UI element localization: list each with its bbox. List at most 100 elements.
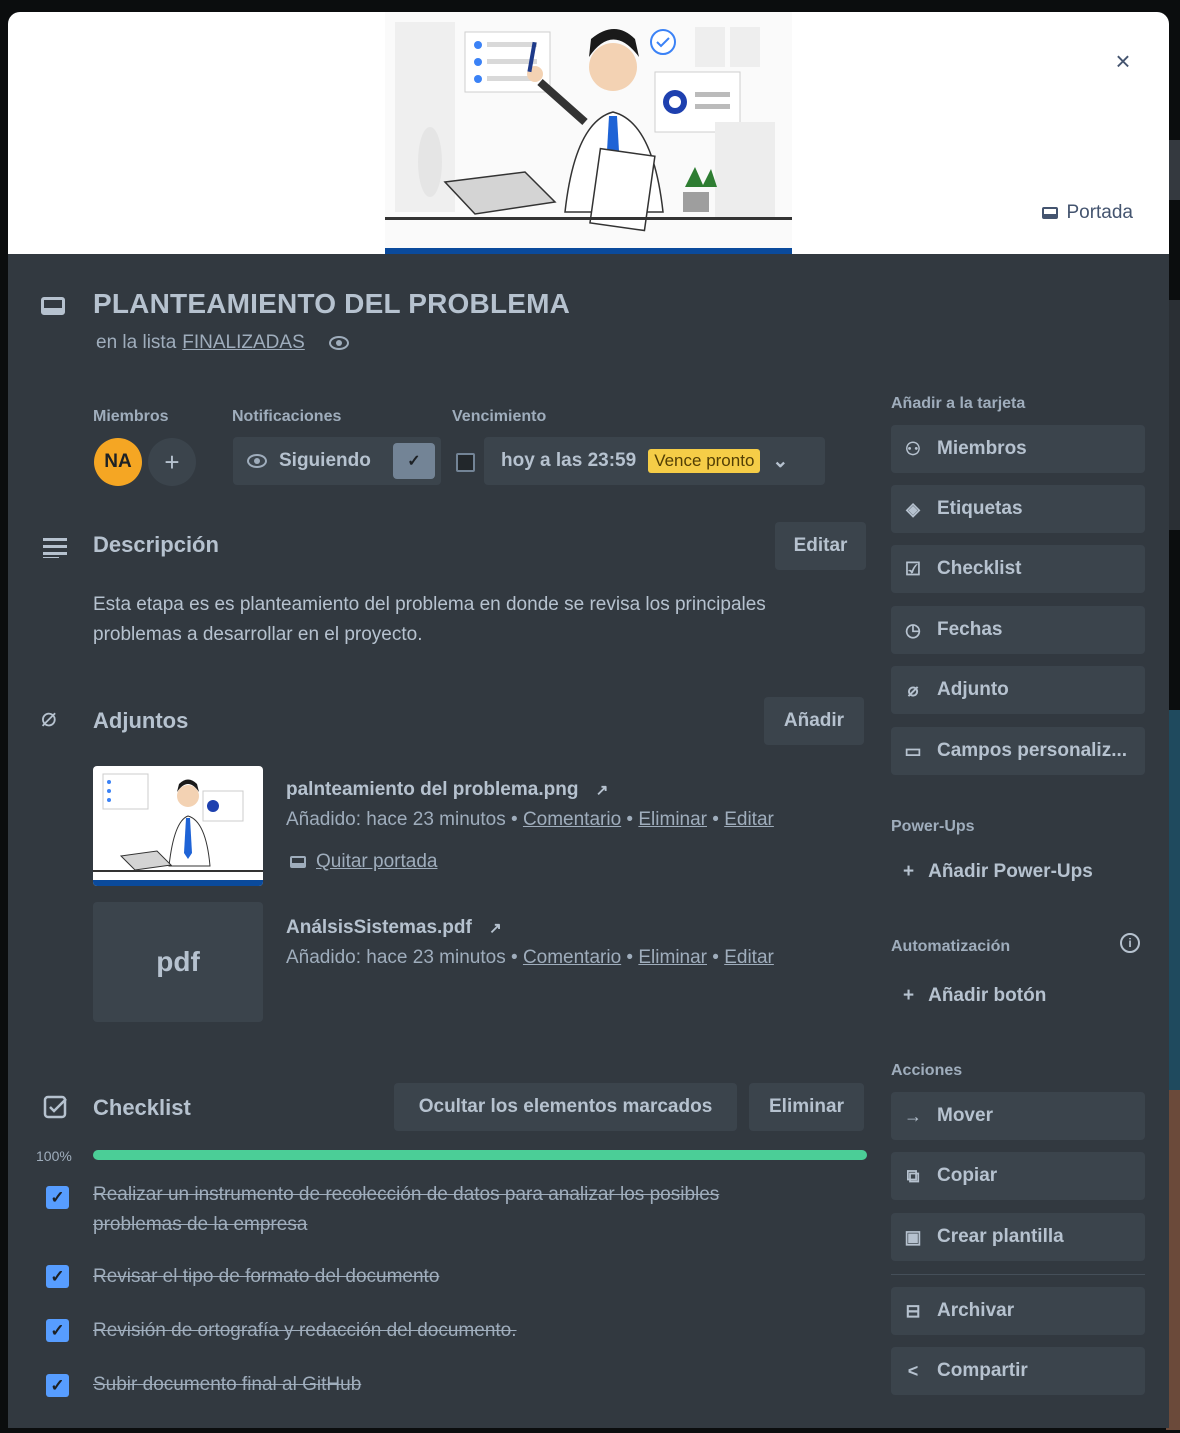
attachment-name[interactable]: palnteamiento del problema.png ↗ <box>286 779 608 801</box>
description-icon <box>43 538 67 558</box>
notifications-label: Notificaciones <box>232 408 342 425</box>
cover-bar <box>385 248 792 254</box>
card-modal: × Portada PLANTEAMIENTO DEL PROBLEMA en … <box>8 12 1169 1428</box>
info-icon[interactable]: i <box>1120 933 1140 953</box>
attachment-added: Añadido: hace 23 minutos <box>286 809 506 830</box>
card-cover: × Portada <box>8 12 1169 254</box>
custom-fields-button[interactable]: ▭ Campos personaliz... <box>891 727 1145 775</box>
list-link[interactable]: FINALIZADAS <box>182 332 304 354</box>
paperclip-icon: ⌀ <box>907 679 919 700</box>
description-text[interactable]: Esta etapa es es planteamiento del probl… <box>93 590 853 650</box>
cover-icon <box>290 856 306 868</box>
archive-button-label: Archivar <box>937 1300 1015 1321</box>
description-title: Descripción <box>93 532 219 557</box>
card-title[interactable]: PLANTEAMIENTO DEL PROBLEMA <box>93 288 570 320</box>
tag-icon: ◈ <box>906 498 920 519</box>
move-button[interactable]: → Mover <box>891 1092 1145 1140</box>
attachment-button-label: Adjunto <box>937 679 1009 700</box>
attachment-name[interactable]: AnálsisSistemas.pdf ↗ <box>286 917 502 939</box>
delete-checklist-button[interactable]: Eliminar <box>749 1083 864 1131</box>
copy-button[interactable]: ⧉ Copiar <box>891 1152 1145 1200</box>
close-button[interactable]: × <box>1107 46 1139 78</box>
add-button-button[interactable]: + Añadir botón <box>891 972 1145 1020</box>
avatar[interactable]: NA <box>94 438 142 486</box>
attachment-edit-link[interactable]: Editar <box>724 809 774 830</box>
list-info: en la lista FINALIZADAS <box>96 332 349 354</box>
checklist-icon <box>43 1095 67 1119</box>
custom-fields-icon: ▭ <box>904 740 922 761</box>
arrow-right-icon: → <box>904 1105 922 1126</box>
attachments-title: Adjuntos <box>93 708 189 733</box>
members-button[interactable]: ⚇ Miembros <box>891 425 1145 473</box>
archive-button[interactable]: ⊟ Archivar <box>891 1287 1145 1335</box>
paperclip-icon: ⌀ <box>41 702 57 732</box>
attachment-delete-link[interactable]: Eliminar <box>638 809 707 830</box>
clock-icon: ◷ <box>905 619 921 640</box>
edit-description-button[interactable]: Editar <box>775 522 866 570</box>
eye-icon <box>247 454 267 468</box>
share-button[interactable]: < Compartir <box>891 1347 1145 1395</box>
due-date-button[interactable]: hoy a las 23:59 Vence pronto ⌄ <box>484 437 825 485</box>
pdf-thumbnail[interactable]: pdf <box>93 902 263 1022</box>
checklist-item[interactable]: Subir documento final al GitHub <box>93 1370 733 1400</box>
template-icon: ▣ <box>904 1226 922 1247</box>
move-button-label: Mover <box>937 1105 993 1126</box>
add-button-label: Añadir botón <box>928 985 1047 1006</box>
remove-cover-label: Quitar portada <box>316 851 438 872</box>
external-link-icon: ↗ <box>489 920 502 937</box>
checklist-item[interactable]: Revisión de ortografía y redacción del d… <box>93 1316 733 1346</box>
attachment-thumbnail[interactable] <box>93 766 263 886</box>
attachment-comment-link[interactable]: Comentario <box>523 809 621 830</box>
card-icon <box>41 297 65 315</box>
attachment-added: Añadido: hace 23 minutos <box>286 947 506 968</box>
dates-button-label: Fechas <box>937 619 1003 640</box>
checklist-button-label: Checklist <box>937 558 1022 579</box>
make-template-label: Crear plantilla <box>937 1226 1064 1247</box>
actions-heading: Acciones <box>891 1062 963 1079</box>
check-icon: ✓ <box>393 443 435 479</box>
add-powerups-button[interactable]: + Añadir Power-Ups <box>891 848 1145 896</box>
progress-percent: 100% <box>36 1148 72 1164</box>
hide-checked-button[interactable]: Ocultar los elementos marcados <box>394 1083 737 1131</box>
cover-illustration-svg <box>385 22 792 232</box>
thumbnail-illustration <box>93 773 263 886</box>
attachment-button[interactable]: ⌀ Adjunto <box>891 666 1145 714</box>
archive-icon: ⊟ <box>905 1300 921 1321</box>
custom-fields-button-label: Campos personaliz... <box>937 740 1128 761</box>
attachment-edit-link[interactable]: Editar <box>724 947 774 968</box>
follow-label: Siguiendo <box>279 450 371 471</box>
dates-button[interactable]: ◷ Fechas <box>891 606 1145 654</box>
cover-button[interactable]: Portada <box>1042 200 1133 226</box>
attachment-comment-link[interactable]: Comentario <box>523 947 621 968</box>
person-icon: ⚇ <box>904 438 922 459</box>
due-complete-checkbox[interactable] <box>456 453 475 472</box>
checklist-item[interactable]: Realizar un instrumento de recolección d… <box>93 1180 733 1240</box>
checklist-title: Checklist <box>93 1095 191 1120</box>
divider <box>891 1274 1145 1275</box>
checklist-button[interactable]: ☑ Checklist <box>891 545 1145 593</box>
checklist-item-checkbox[interactable]: ✓ <box>46 1319 69 1342</box>
attachment-meta: Añadido: hace 23 minutos • Comentario • … <box>286 809 774 830</box>
cover-icon <box>1042 207 1059 219</box>
checklist-item-checkbox[interactable]: ✓ <box>46 1265 69 1288</box>
checklist-item[interactable]: Revisar el tipo de formato del documento <box>93 1262 733 1292</box>
due-soon-badge: Vence pronto <box>648 449 761 473</box>
due-value: hoy a las 23:59 <box>501 450 637 471</box>
labels-button[interactable]: ◈ Etiquetas <box>891 485 1145 533</box>
make-template-button[interactable]: ▣ Crear plantilla <box>891 1213 1145 1261</box>
follow-button[interactable]: Siguiendo ✓ <box>233 437 441 485</box>
checklist-item-checkbox[interactable]: ✓ <box>46 1374 69 1397</box>
remove-cover-link[interactable]: Quitar portada <box>290 851 437 873</box>
share-button-label: Compartir <box>937 1360 1028 1381</box>
cover-button-label: Portada <box>1066 202 1133 223</box>
plus-icon: + <box>903 861 915 882</box>
members-button-label: Miembros <box>937 438 1027 459</box>
checklist-item-checkbox[interactable]: ✓ <box>46 1186 69 1209</box>
watching-eye-icon <box>328 336 349 350</box>
add-attachment-button[interactable]: Añadir <box>764 697 864 745</box>
progress-bar <box>93 1150 867 1160</box>
powerups-heading: Power-Ups <box>891 818 975 835</box>
add-member-button[interactable]: + <box>148 438 196 486</box>
attachment-delete-link[interactable]: Eliminar <box>638 947 707 968</box>
external-link-icon: ↗ <box>595 782 609 799</box>
